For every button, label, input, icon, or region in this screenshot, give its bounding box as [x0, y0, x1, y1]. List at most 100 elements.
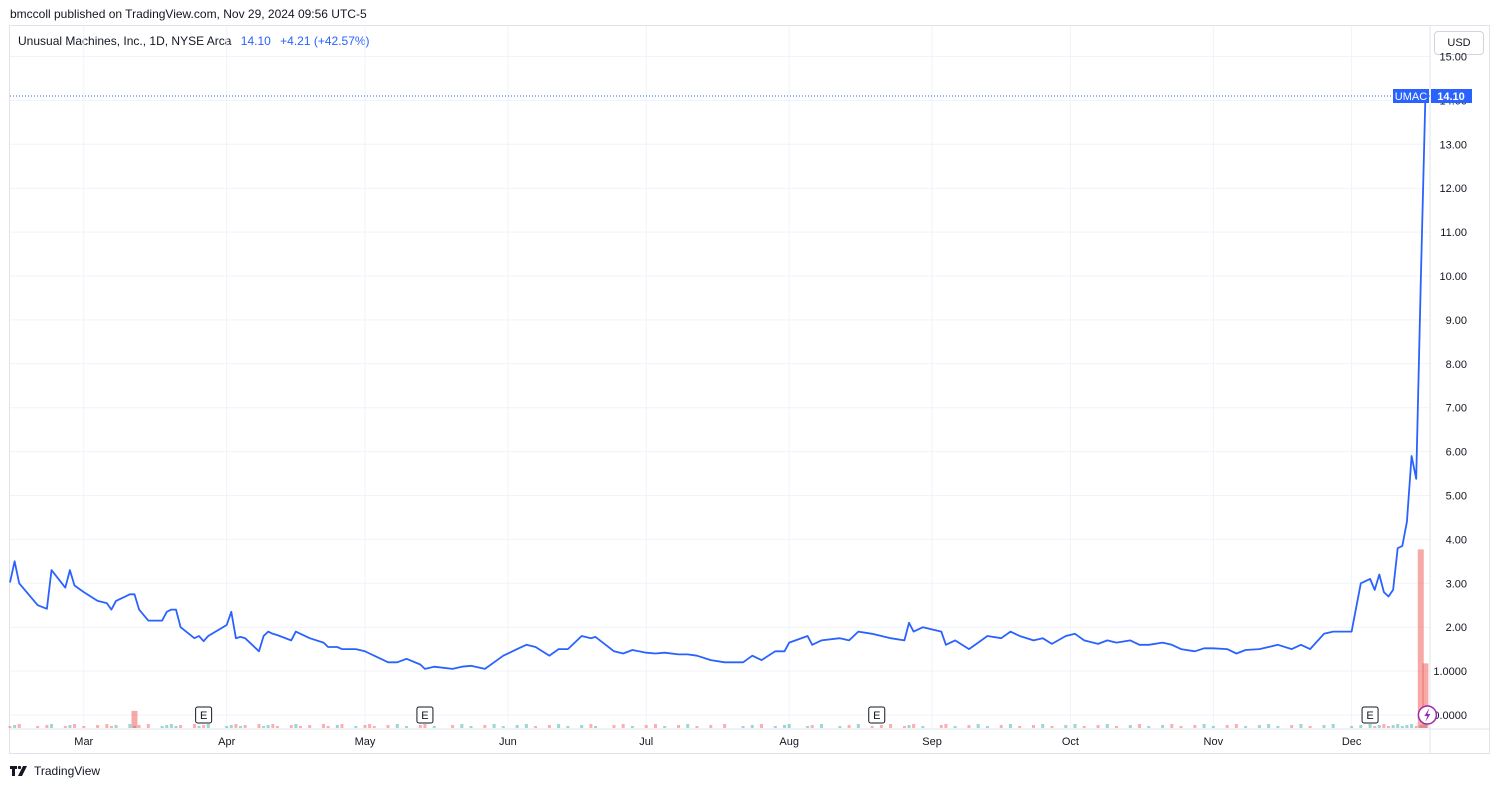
volume-bar — [492, 724, 496, 728]
volume-bar — [36, 726, 40, 728]
volume-bar — [45, 725, 49, 728]
volume-bar — [976, 724, 980, 728]
volume-bar — [1105, 724, 1109, 728]
volume-bar — [174, 726, 178, 728]
volume-bar — [1179, 726, 1183, 728]
volume-bar — [889, 724, 893, 728]
volume-bar — [1225, 725, 1229, 728]
volume-bar — [1234, 724, 1238, 728]
x-tick-label: May — [355, 736, 376, 748]
volume-bar — [354, 726, 358, 728]
volume-bar — [179, 725, 183, 728]
volume-bar — [921, 726, 925, 728]
volume-bar — [73, 724, 77, 728]
volume-bar — [234, 724, 238, 728]
volume-bar — [105, 724, 109, 728]
volume-bar — [131, 710, 138, 728]
volume-bar — [96, 725, 100, 728]
price-tag-label: 14.10 — [1437, 91, 1465, 103]
volume-bar — [160, 726, 164, 728]
volume-bar — [8, 726, 12, 728]
x-tick-label: Oct — [1062, 736, 1079, 748]
volume-bar — [534, 726, 538, 728]
x-tick-label: Sep — [922, 736, 942, 748]
volume-bar — [1050, 726, 1054, 728]
volume-bar — [612, 725, 616, 728]
volume-bar — [1276, 726, 1280, 728]
y-tick-label: 4.00 — [1446, 534, 1467, 546]
volume-bar — [1359, 725, 1363, 728]
volume-bar — [1382, 724, 1386, 728]
volume-bar — [644, 725, 648, 728]
volume-bar — [783, 725, 787, 728]
volume-bar — [322, 724, 326, 728]
volume-bar — [1211, 726, 1215, 728]
volume-bar — [524, 724, 528, 728]
volume-bar — [1114, 726, 1118, 728]
volume-bar — [1041, 724, 1045, 728]
volume-bar — [137, 725, 141, 728]
volume-bar — [298, 726, 302, 728]
volume-bar — [1008, 724, 1012, 728]
y-tick-label: 9.00 — [1446, 315, 1467, 327]
y-tick-label: 7.00 — [1446, 403, 1467, 415]
volume-bar — [243, 725, 247, 728]
earnings-marker-label: E — [1366, 710, 1373, 722]
volume-bar — [557, 724, 561, 728]
y-tick-label: 11.00 — [1440, 227, 1467, 239]
volume-bar — [49, 724, 53, 728]
volume-bar — [1257, 725, 1261, 728]
volume-bar — [469, 726, 473, 728]
volume-bar — [63, 726, 67, 728]
volume-bar — [944, 724, 948, 728]
volume-bar — [879, 725, 883, 728]
volume-bar — [902, 726, 906, 728]
volume-bar — [372, 726, 376, 728]
volume-bar — [1368, 724, 1372, 728]
y-tick-label: 2.00 — [1446, 622, 1467, 634]
volume-bar — [1018, 726, 1022, 728]
volume-bar — [594, 726, 598, 728]
price-chart[interactable]: Mar Apr May Jun Jul Aug Sep Oct Nov Dec 0.0000 1.00… — [0, 0, 1500, 789]
volume-bar — [192, 724, 196, 728]
volume-bar — [68, 725, 72, 728]
volume-bar — [787, 724, 791, 728]
volume-bar — [1244, 726, 1248, 728]
volume-bar — [870, 726, 874, 728]
volume-bar — [773, 726, 777, 728]
brand-label: TradingView — [34, 764, 101, 778]
volume-bar — [363, 725, 367, 728]
volume-bar — [1410, 724, 1414, 728]
volume-bar — [501, 726, 505, 728]
volume-bar — [1414, 726, 1418, 728]
tradingview-brand[interactable]: TradingView — [10, 764, 100, 778]
volume-bar — [239, 726, 243, 728]
volume-bar — [340, 724, 344, 728]
volume-bar — [146, 724, 150, 728]
volume-bar — [289, 725, 293, 728]
volume-bar — [1082, 726, 1086, 728]
volume-bar — [1170, 724, 1174, 728]
volume-bar — [1373, 726, 1377, 728]
volume-bar — [621, 724, 625, 728]
volume-bar — [1377, 725, 1381, 728]
volume-bar — [1073, 724, 1077, 728]
volume-bar — [653, 724, 657, 728]
volume-bar — [856, 724, 860, 728]
volume-bar — [709, 725, 713, 728]
volume-bar — [326, 726, 330, 728]
volume-bar — [677, 725, 681, 728]
x-tick-label: Nov — [1204, 736, 1224, 748]
volume-bar — [128, 724, 132, 728]
volume-bar — [1322, 725, 1326, 728]
y-tick-label: 1.0000 — [1433, 666, 1467, 678]
x-tick-label: Jun — [499, 736, 517, 748]
volume-bar — [1308, 726, 1312, 728]
y-tick-label: 0.0000 — [1433, 710, 1467, 722]
y-tick-label: 8.00 — [1446, 359, 1467, 371]
y-tick-label: 12.00 — [1439, 183, 1467, 195]
ticker-label: UMAC — [1395, 91, 1427, 103]
volume-bar — [1032, 725, 1036, 728]
earnings-marker-label: E — [421, 710, 428, 722]
tradingview-logo-icon — [10, 765, 27, 776]
